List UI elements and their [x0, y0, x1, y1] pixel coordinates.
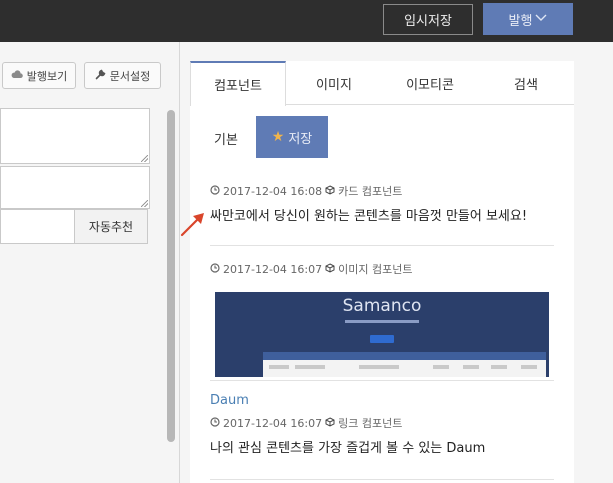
save-draft-button[interactable]: 임시저장 [383, 4, 473, 35]
scrollbar[interactable] [167, 110, 175, 442]
top-bar: 임시저장 발행 [0, 0, 613, 42]
tab-label: 검색 [514, 77, 538, 93]
publish-label: 발행 [508, 13, 533, 29]
thumbnail-button [370, 335, 394, 343]
tab-label: 이미지 [316, 77, 352, 93]
summary-textarea[interactable] [0, 108, 150, 164]
chevron-down-icon [535, 14, 547, 25]
document-settings-label: 문서설정 [109, 69, 151, 83]
cube-icon [325, 184, 335, 198]
item-text: 나의 관심 콘텐츠를 가장 즐겁게 볼 수 있는 Daum [210, 441, 486, 456]
thumbnail-line [269, 365, 289, 369]
thumbnail-line [359, 365, 399, 369]
annotation-arrow-icon [180, 213, 204, 237]
cloud-icon [11, 69, 23, 82]
tab-emoticons[interactable]: 이모티콘 [382, 61, 478, 105]
save-draft-label: 임시저장 [404, 14, 452, 29]
tab-label: 이모티콘 [406, 77, 454, 93]
clock-icon [210, 262, 220, 276]
thumbnail-app-body [263, 360, 546, 377]
thumbnail-logo-text: Samanco [342, 296, 422, 316]
preview-button[interactable]: 발행보기 [2, 62, 76, 89]
tag-input[interactable] [0, 209, 75, 244]
tab-images[interactable]: 이미지 [286, 61, 382, 105]
subtab-saved[interactable]: ★ 저장 [256, 116, 328, 158]
description-textarea[interactable] [0, 166, 150, 209]
subtab-basic-label: 기본 [214, 133, 238, 148]
tab-components[interactable]: 컴포넌트 [190, 61, 286, 106]
divider [210, 380, 554, 381]
document-settings-button[interactable]: 문서설정 [84, 62, 161, 89]
subtab-basic[interactable]: 기본 [214, 129, 238, 148]
item-meta: 2017-12-04 16:08 카드 컴포넌트 [210, 183, 554, 199]
resize-grip-icon[interactable] [141, 155, 148, 162]
thumbnail-line [433, 365, 449, 369]
tab-label: 컴포넌트 [214, 79, 262, 94]
component-panel: 컴포넌트 이미지 이모티콘 검색 기본 ★ 저장 2017-12-04 16:0… [190, 61, 574, 483]
resize-grip-icon[interactable] [141, 200, 148, 207]
item-type: 이미지 컴포넌트 [338, 263, 413, 276]
clock-icon [210, 416, 220, 430]
thumbnail-line [521, 365, 537, 369]
publish-button[interactable]: 발행 [483, 3, 573, 35]
preview-label: 발행보기 [26, 69, 68, 83]
item-time: 2017-12-04 16:08 [223, 184, 323, 198]
thumbnail-subtitle-line [345, 320, 419, 323]
auto-recommend-button[interactable]: 자동추천 [74, 209, 148, 244]
divider [210, 245, 554, 246]
saved-item-link[interactable]: Daum 2017-12-04 16:07 링크 컴포넌트 나의 관심 콘텐츠를… [210, 393, 554, 456]
item-type: 카드 컴포넌트 [338, 185, 403, 198]
thumbnail-line [295, 365, 325, 369]
cube-icon [325, 416, 335, 430]
divider [210, 479, 554, 480]
saved-item-card[interactable]: 2017-12-04 16:08 카드 컴포넌트 싸만코에서 당신이 원하는 콘… [210, 183, 554, 225]
saved-item-image[interactable]: 2017-12-04 16:07 이미지 컴포넌트 [210, 261, 554, 277]
auto-recommend-label: 자동추천 [88, 220, 134, 234]
tag-row: 자동추천 [0, 209, 148, 244]
tab-search[interactable]: 검색 [478, 61, 574, 105]
item-type: 링크 컴포넌트 [338, 417, 403, 430]
item-meta: 2017-12-04 16:07 이미지 컴포넌트 [210, 261, 554, 277]
subtab-saved-label: 저장 [288, 131, 313, 147]
thumbnail-line [491, 365, 507, 369]
editor-panel: 발행보기 문서설정 자동추천 [0, 42, 180, 483]
item-time: 2017-12-04 16:07 [223, 262, 323, 276]
clock-icon [210, 184, 220, 198]
wrench-icon [95, 69, 106, 83]
thumbnail-line [463, 365, 479, 369]
panel-tabs: 컴포넌트 이미지 이모티콘 검색 [190, 61, 574, 106]
item-meta: 2017-12-04 16:07 링크 컴포넌트 [210, 415, 554, 431]
cube-icon [325, 262, 335, 276]
thumbnail-app-bar [263, 352, 546, 360]
image-thumbnail[interactable]: Samanco [215, 292, 549, 377]
item-time: 2017-12-04 16:07 [223, 416, 323, 430]
link-title[interactable]: Daum [210, 393, 554, 408]
item-text: 싸만코에서 당신이 원하는 콘텐츠를 마음껏 만들어 보세요! [210, 209, 528, 224]
star-icon: ★ [271, 129, 285, 145]
